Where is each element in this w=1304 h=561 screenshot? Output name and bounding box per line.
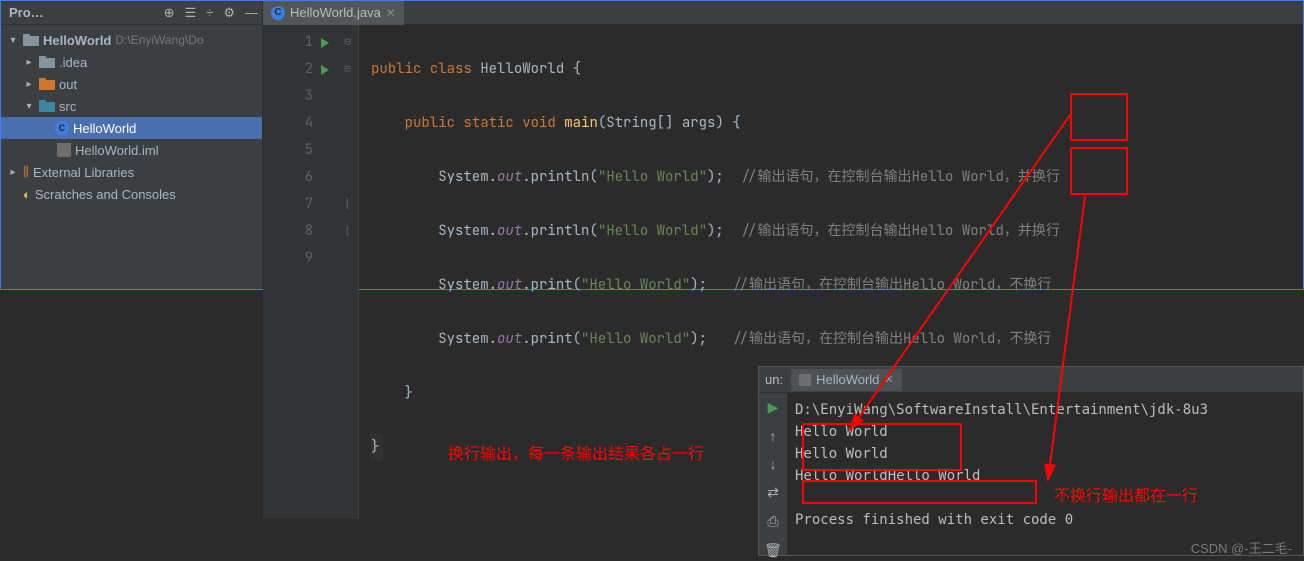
project-sidebar: Pro… ⊕ ☰ ÷ ⚙ — ▾ HelloWorld D:\EnyiWang\… [1,1,263,289]
scratches[interactable]: ▸ ◐ Scratches and Consoles [1,183,262,205]
tree-item[interactable]: HelloWorld.iml [1,139,262,161]
line-gutter: 1 2 3 4 5 6 7 8 9 [263,25,337,519]
fold-column: ⊟⊟⌊⌊ [337,25,359,519]
run-gutter-icon[interactable] [321,65,329,75]
annotation-text: 换行输出，每一条输出结果各占一行 [448,440,704,464]
run-toolbar: ▶ ↑ ↓ ⇄ ⎙ 🗑 [759,393,787,555]
app-icon [799,374,811,386]
iml-icon [57,143,71,157]
trash-icon[interactable]: 🗑 [764,542,782,559]
stop-icon[interactable]: ↑ [770,428,777,444]
gear-icon[interactable]: ⚙ [223,5,235,21]
locate-icon[interactable]: ⊕ [164,5,175,21]
editor-tab[interactable]: C HelloWorld.java ✕ [263,1,404,25]
annotation-box [802,423,962,471]
expand-icon[interactable]: ☰ [185,5,197,21]
code-editor: C HelloWorld.java ✕ 1 2 3 4 5 6 7 8 9 ⊟⊟… [263,1,1303,289]
collapse-icon[interactable]: ÷ [206,5,213,20]
down-icon[interactable]: ↓ [770,456,777,472]
close-icon[interactable]: ✕ [884,373,893,386]
folder-icon [39,55,55,69]
wrap-icon[interactable]: ⇄ [767,484,779,501]
external-libraries[interactable]: ▸ ⫼ External Libraries [1,161,262,183]
project-icon [23,33,39,47]
hide-icon[interactable]: — [245,5,258,20]
tree-item[interactable]: ▸ out [1,73,262,95]
close-icon[interactable]: ✕ [386,6,396,20]
annotation-text: 不换行输出都在一行 [1054,482,1198,506]
project-tool-title[interactable]: Pro… [5,5,48,20]
annotation-box [1070,147,1128,195]
annotation-box [1070,93,1128,141]
scratches-icon: ◐ [23,187,31,202]
run-label: un: [765,372,783,387]
annotation-box [802,480,1037,504]
console-output[interactable]: D:\EnyiWang\SoftwareInstall\Entertainmen… [787,393,1303,555]
rerun-icon[interactable]: ▶ [768,399,779,416]
tree-item[interactable]: ▾ src [1,95,262,117]
scroll-icon[interactable]: ⎙ [767,513,778,530]
tree-item[interactable]: ▸ .idea [1,51,262,73]
folder-icon [39,77,55,91]
library-icon: ⫼ [23,164,29,180]
java-class-icon: C [271,6,285,20]
tree-item-selected[interactable]: C HelloWorld [1,117,262,139]
run-tab[interactable]: HelloWorld ✕ [791,369,902,391]
java-class-icon: C [55,121,69,135]
watermark: CSDN @-王二毛- [1191,538,1292,557]
run-gutter-icon[interactable] [321,38,329,48]
project-root[interactable]: ▾ HelloWorld D:\EnyiWang\Do [1,29,262,51]
folder-icon [39,99,55,113]
